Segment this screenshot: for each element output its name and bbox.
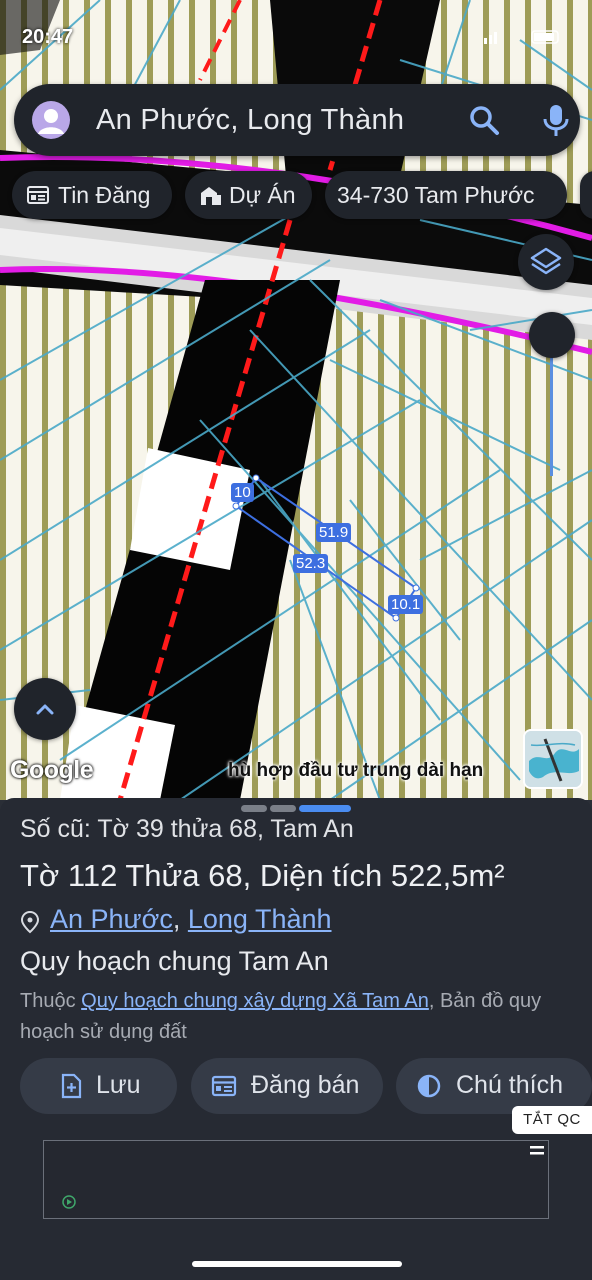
parcel-label: Thửa [125,858,200,893]
satellite-map-icon [525,731,581,787]
satellite-thumbnail[interactable] [523,729,583,789]
parcel-summary: Tờ 112 Thửa 68, Diện tích 522,5m² [20,858,505,893]
chip-more[interactable] [580,171,592,219]
status-bar: 20:47 [0,0,592,70]
chip-tam-phuoc[interactable]: 34-730 Tam Phước [325,171,567,219]
building-icon [201,187,221,205]
signal-battery-icon [484,30,559,44]
sheet-handle-active[interactable] [299,805,351,812]
ward-link[interactable]: An Phước [50,904,173,934]
plan-link[interactable]: Quy hoạch chung xây dựng Xã Tam An [81,990,429,1012]
layers-button[interactable] [518,234,574,290]
search-icon[interactable] [466,102,502,138]
parcel-number: 68 [208,858,243,893]
contrast-icon [417,1074,441,1098]
chevron-up-icon [36,704,54,715]
measure-label: 51.9 [316,523,352,542]
hide-ads-button[interactable]: TẮT QC [512,1106,592,1134]
parcel-location: An Phước, Long Thành [20,904,332,935]
expand-up-button[interactable] [14,678,76,740]
avatar[interactable] [32,101,70,139]
measure-label: 10 [231,483,254,502]
belongs-prefix: Thuộc [20,990,76,1012]
chip-label: 34-730 Tam Phước [337,182,535,208]
area-label: Diện tích [259,858,383,893]
chip-du-an[interactable]: Dự Án [185,171,312,219]
search-query[interactable]: An Phước, Long Thành [96,104,404,137]
opacity-slider-knob[interactable] [529,312,575,358]
measure-label: 52.3 [293,554,329,573]
chip-label: Dự Án [229,182,296,208]
ad-choices-icon[interactable] [62,1195,76,1209]
measure-label: 10.1 [388,595,424,614]
chip-label: Tin Đăng [58,182,151,208]
save-button[interactable]: Lưu [20,1058,177,1114]
search-bar[interactable]: An Phước, Long Thành [14,84,580,156]
old-parcel-id: Số cũ: Tờ 39 thửa 68, Tam An [20,815,354,843]
sheet-number: 112 [67,858,118,893]
google-attribution: Google [10,756,94,784]
chip-tin-dang[interactable]: Tin Đăng [12,171,172,219]
user-icon [38,109,64,134]
area-value: 522,5m² [390,858,505,893]
listing-icon [27,186,49,204]
map-overlay-text: hù hợp đầu tư trung dài hạn [228,760,484,781]
status-icons [484,30,564,44]
layers-icon [530,247,562,275]
plan-belongs: Thuộc Quy hoạch chung xây dựng Xã Tam An… [20,986,580,1048]
listing-icon [211,1075,237,1097]
sheet-label: Tờ [20,858,60,893]
legend-label: Chú thích [456,1071,564,1099]
status-time: 20:47 [22,26,74,48]
separator: , [172,904,181,934]
home-indicator [192,1261,402,1267]
microphone-icon[interactable] [536,100,576,140]
save-button-label: Lưu [96,1071,141,1099]
sheet-handle[interactable] [270,805,296,812]
ad-banner[interactable] [43,1140,549,1219]
add-file-icon [61,1073,82,1099]
post-sale-label: Đăng bán [251,1071,360,1099]
menu-icon[interactable] [530,1145,544,1157]
plan-title: Quy hoạch chung Tam An [20,946,329,976]
post-sale-button[interactable]: Đăng bán [191,1058,383,1114]
district-link[interactable]: Long Thành [188,904,332,934]
location-pin-icon [20,910,40,934]
sheet-handle[interactable] [241,805,267,812]
